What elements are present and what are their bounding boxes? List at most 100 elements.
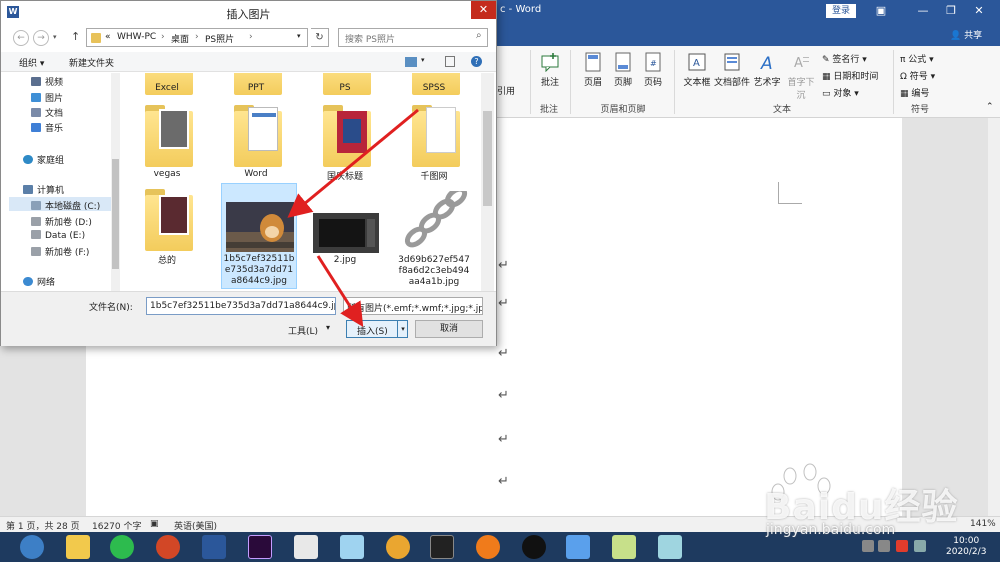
search-icon[interactable]: ⌕ [476,30,482,41]
file-item-folder[interactable]: vegas [129,101,205,181]
chrome-icon[interactable] [386,535,410,559]
word-icon[interactable] [202,535,226,559]
premiere-icon[interactable] [248,535,272,559]
file-item-image[interactable]: 3d69b627ef547 f8a6d2c3eb494 aa4a1b.jpg [396,185,472,287]
language-indicator[interactable]: 英语(美国) [174,519,217,532]
proofing-icon[interactable]: ▣ [150,519,159,529]
preview-pane-icon[interactable] [445,56,455,67]
breadcrumb-desktop[interactable]: 桌面 [171,32,189,45]
comment-button[interactable]: 批注 [536,52,564,88]
file-item-image[interactable]: 2.jpg [307,185,383,265]
insert-dropdown-icon[interactable]: ▾ [397,321,408,337]
app-icon-orange[interactable] [476,535,500,559]
tree-item-documents[interactable]: 文档 [31,106,63,119]
navigation-bar: ← → ▾ ↑ « WHW-PC › 桌面 › PS照片 › ▾ ↻ 搜索 PS… [1,25,496,51]
file-item-folder[interactable]: 千图网 [396,101,472,182]
navigation-scroll-thumb[interactable] [112,159,119,269]
search-input[interactable]: 搜索 PS照片 [338,28,488,47]
footer-button[interactable]: 页脚 [608,52,638,88]
breadcrumb-whw-pc[interactable]: WHW-PC [117,32,156,42]
forward-arrow-icon[interactable]: → [33,30,49,46]
document-scrollbar[interactable] [988,118,1000,516]
organize-button[interactable]: 组织 ▾ [19,56,44,69]
textbox-button[interactable]: A 文本框 [680,52,714,88]
view-options-icon[interactable] [405,57,417,67]
quick-parts-button[interactable]: 文档部件 [714,52,750,88]
start-icon[interactable] [20,535,44,559]
breadcrumb-ps-photos[interactable]: PS照片 [205,32,234,45]
login-button[interactable]: 登录 [826,4,856,18]
ribbon-display-icon[interactable]: ▣ [868,3,894,19]
page-number-button[interactable]: # 页码 [638,52,668,88]
tree-item-network[interactable]: 网络 [23,275,55,288]
dialog-title-bar[interactable]: W 插入图片 ✕ [1,1,496,23]
up-arrow-icon[interactable]: ↑ [71,30,80,43]
app-icon-notes[interactable] [612,535,636,559]
wechat-icon[interactable] [110,535,134,559]
address-dropdown-icon[interactable]: ▾ [297,32,301,40]
back-arrow-icon[interactable]: ← [13,30,29,46]
file-item-folder[interactable]: PS [307,73,383,95]
file-item-folder[interactable]: 总的 [129,185,205,266]
cancel-button[interactable]: 取消 [415,320,483,338]
tree-item-videos[interactable]: 视频 [31,75,63,88]
file-explorer-icon[interactable] [66,535,90,559]
app-icon-cube[interactable] [658,535,682,559]
collapse-ribbon-icon[interactable]: ⌃ [986,102,994,112]
symbol-button[interactable]: Ω 符号 ▾ [900,69,935,82]
file-item-folder[interactable]: Word [218,101,294,181]
citation-label[interactable]: 引用 [497,84,515,97]
close-window-icon[interactable]: ✕ [966,3,992,19]
dropcap-button[interactable]: A 首字下沉 [784,52,818,101]
quick-parts-icon [724,53,740,71]
tree-item-volume-d[interactable]: 新加卷 (D:) [31,215,92,228]
file-item-selected-image[interactable]: 1b5c7ef32511b e735d3a7dd71 a8644c9.jpg [221,183,297,289]
equation-button[interactable]: π 公式 ▾ [900,52,934,65]
file-list-scroll-thumb[interactable] [483,111,492,206]
datetime-button[interactable]: ▦ 日期和时间 [822,69,878,82]
wordart-button[interactable]: A 艺术字 [750,52,784,88]
signature-line-button[interactable]: ✎ 签名行 ▾ [822,52,867,65]
refresh-icon[interactable]: ↻ [311,28,329,47]
insert-button[interactable]: 插入(S) ▾ [346,320,408,338]
recent-locations-icon[interactable]: ▾ [53,33,57,41]
tree-item-music[interactable]: 音乐 [31,121,63,134]
app-icon-bird[interactable] [340,535,364,559]
folder-icon [323,105,371,167]
view-dropdown-icon[interactable]: ▾ [421,56,425,64]
numbering-button[interactable]: ▦ 编号 [900,86,929,99]
breadcrumb-overflow[interactable]: « [105,32,111,42]
help-icon[interactable]: ? [471,56,482,67]
word-count[interactable]: 16270 个字 [92,519,142,532]
new-folder-button[interactable]: 新建文件夹 [69,56,114,69]
tree-item-computer[interactable]: 计算机 [23,183,64,196]
share-button[interactable]: 👤 共享 [950,28,982,41]
tools-menu[interactable]: 工具(L) [288,324,318,337]
insert-picture-dialog: W 插入图片 ✕ ← → ▾ ↑ « WHW-PC › 桌面 › PS照片 › … [0,0,497,346]
file-item-folder[interactable]: Excel [129,73,205,95]
file-item-folder[interactable]: 国庆标题 [307,101,383,182]
tree-item-homegroup[interactable]: 家庭组 [23,153,64,166]
tree-item-volume-f[interactable]: 新加卷 (F:) [31,245,89,258]
tree-item-local-disk-c[interactable]: 本地磁盘 (C:) [9,197,119,212]
footer-label: 页脚 [613,78,632,88]
tree-item-pictures[interactable]: 图片 [31,91,63,104]
file-item-folder[interactable]: PPT [218,73,294,95]
header-button[interactable]: 页眉 [578,52,608,88]
app-icon-colorful[interactable] [294,535,318,559]
tree-item-data-e[interactable]: Data (E:) [31,230,85,241]
feishu-icon[interactable] [566,535,590,559]
filetype-select[interactable]: 所有图片(*.emf;*.wmf;*.jpg;*.jp [343,297,483,315]
restore-icon[interactable]: ❐ [938,3,964,19]
filename-input[interactable]: 1b5c7ef32511be735d3a7dd71a8644c9.jpg [146,297,336,315]
qq-icon[interactable] [522,535,546,559]
tools-dropdown-icon[interactable]: ▾ [326,323,330,332]
video-editor-icon[interactable] [430,535,454,559]
address-bar[interactable]: « WHW-PC › 桌面 › PS照片 › ▾ [86,28,308,47]
page-count[interactable]: 第 1 页，共 28 页 [6,519,80,532]
minimize-icon[interactable]: — [910,3,936,19]
powerpoint-icon[interactable] [156,535,180,559]
object-button[interactable]: ▭ 对象 ▾ [822,86,859,99]
file-item-folder[interactable]: SPSS [396,73,472,95]
dialog-close-button[interactable]: ✕ [471,1,496,19]
